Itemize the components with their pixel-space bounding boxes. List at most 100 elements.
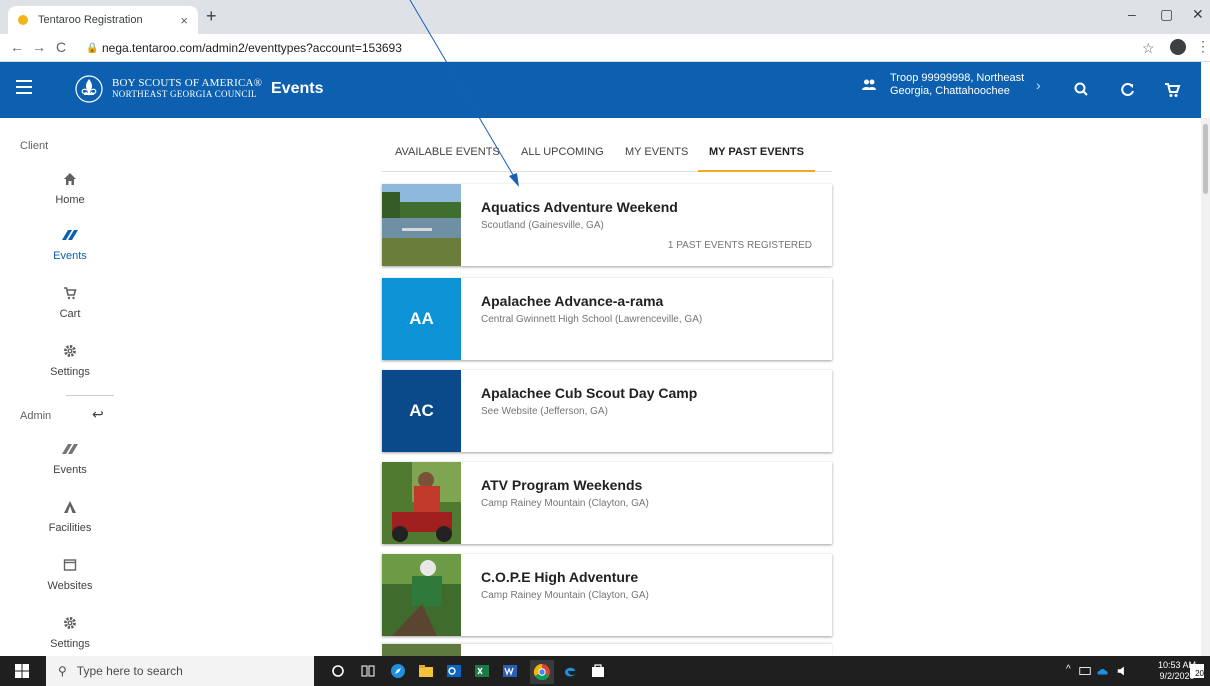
event-card[interactable]: C.O.P.E High Adventure Camp Rainey Mount… — [382, 554, 832, 636]
minimize-button[interactable]: – — [1128, 6, 1136, 22]
gear-icon — [64, 617, 76, 629]
event-location: Camp Rainey Mountain (Clayton, GA) — [481, 498, 649, 509]
council-brand: BOY SCOUTS OF AMERICA® NORTHEAST GEORGIA… — [112, 78, 262, 100]
screen: Tentaroo Registration × + – ▢ ✕ ← → C 🔒 … — [0, 0, 1210, 686]
nav-admin-events[interactable]: Events — [30, 438, 110, 476]
tab-my-past-events[interactable]: MY PAST EVENTS — [698, 138, 815, 172]
event-initials-tile: AA — [382, 278, 461, 360]
event-location: Scoutland (Gainesville, GA) — [481, 220, 604, 231]
nav-client-cart[interactable]: Cart — [30, 282, 110, 320]
troop-name: Troop 99999998, Northeast Georgia, Chatt… — [890, 72, 1025, 97]
event-card-body: Apalachee Cub Scout Day Camp See Website… — [461, 370, 832, 452]
favicon-icon — [18, 15, 28, 25]
network-icon[interactable] — [1078, 663, 1092, 679]
url-text: nega.tentaroo.com/admin2/eventtypes?acco… — [102, 41, 402, 55]
url-field[interactable]: 🔒 nega.tentaroo.com/admin2/eventtypes?ac… — [86, 37, 1116, 59]
cortana-icon[interactable] — [330, 663, 346, 679]
task-view-icon[interactable] — [360, 663, 376, 679]
nav-admin-settings[interactable]: Settings — [30, 612, 110, 650]
cart-icon[interactable] — [1162, 80, 1182, 100]
event-card[interactable]: AC Apalachee Cub Scout Day Camp See Webs… — [382, 370, 832, 452]
page-scrollbar-track[interactable] — [1201, 118, 1210, 656]
tab-all-upcoming[interactable]: ALL UPCOMING — [521, 138, 604, 172]
tab-my-events[interactable]: MY EVENTS — [625, 138, 688, 172]
maximize-button[interactable]: ▢ — [1160, 6, 1173, 23]
lake-photo-thumbnail — [382, 184, 461, 266]
browser-tabstrip: Tentaroo Registration × + – ▢ ✕ — [0, 0, 1210, 34]
bookmark-star-icon[interactable]: ☆ — [1142, 40, 1155, 57]
client-section-label: Client — [20, 140, 49, 152]
excel-icon[interactable] — [474, 663, 490, 679]
tab-title: Tentaroo Registration — [38, 14, 143, 26]
search-icon[interactable] — [1072, 80, 1092, 100]
window-close-button[interactable]: ✕ — [1192, 6, 1204, 23]
nav-label: Facilities — [48, 522, 92, 534]
nav-label: Cart — [59, 308, 81, 320]
event-location: Central Gwinnett High School (Lawrencevi… — [481, 314, 703, 325]
reload-icon[interactable]: C — [56, 39, 66, 55]
chrome-icon[interactable] — [530, 660, 554, 684]
volume-icon[interactable] — [1116, 663, 1130, 679]
new-tab-button[interactable]: + — [206, 6, 217, 27]
nav-label: Events — [53, 250, 87, 262]
edge-icon[interactable] — [562, 663, 578, 679]
nav-client-settings[interactable]: Settings — [30, 340, 110, 378]
onedrive-icon[interactable] — [1096, 663, 1110, 679]
lock-icon: 🔒 — [86, 43, 99, 54]
event-card[interactable]: AA Apalachee Advance-a-rama Central Gwin… — [382, 278, 832, 360]
nav-client-events[interactable]: Events — [30, 224, 110, 262]
event-card-body: Apalachee Advance-a-rama Central Gwinnet… — [461, 278, 832, 360]
profile-avatar-icon[interactable] — [1170, 39, 1186, 55]
notification-center-icon[interactable]: 20 — [1190, 664, 1204, 678]
atv-photo-thumbnail — [382, 462, 461, 544]
event-card-partial[interactable] — [382, 644, 832, 656]
system-tray-chevron-icon[interactable]: ^ — [1066, 664, 1071, 675]
event-location: See Website (Jefferson, GA) — [481, 406, 608, 417]
search-icon: ⚲ — [58, 664, 67, 678]
windows-start-icon[interactable] — [14, 663, 30, 679]
event-name[interactable]: C.O.P.E High Adventure — [481, 569, 832, 585]
nav-divider — [66, 395, 114, 396]
event-name[interactable]: Apalachee Cub Scout Day Camp — [481, 385, 832, 401]
address-bar: ← → C 🔒 nega.tentaroo.com/admin2/eventty… — [0, 34, 1210, 62]
file-explorer-icon[interactable] — [418, 663, 434, 679]
event-card[interactable]: Aquatics Adventure Weekend Scoutland (Ga… — [382, 184, 832, 266]
tab-available-events[interactable]: AVAILABLE EVENTS — [395, 138, 500, 172]
nav-client-home[interactable]: Home — [30, 168, 110, 206]
nav-admin-websites[interactable]: Websites — [30, 554, 110, 592]
tickets-icon — [62, 230, 78, 240]
event-name[interactable]: ATV Program Weekends — [481, 477, 832, 493]
chevron-right-icon: › — [1036, 77, 1041, 93]
event-card-body: ATV Program Weekends Camp Rainey Mountai… — [461, 462, 832, 544]
refresh-icon[interactable] — [1118, 80, 1138, 100]
event-name[interactable]: Apalachee Advance-a-rama — [481, 293, 832, 309]
store-icon[interactable] — [590, 663, 606, 679]
taskbar-search-placeholder: Type here to search — [76, 664, 183, 678]
word-icon[interactable] — [502, 663, 518, 679]
event-location: Camp Rainey Mountain (Clayton, GA) — [481, 590, 649, 601]
tab-close-icon[interactable]: × — [180, 13, 188, 28]
browser-tab[interactable]: Tentaroo Registration × — [8, 6, 198, 34]
event-card[interactable]: ATV Program Weekends Camp Rainey Mountai… — [382, 462, 832, 544]
back-arrow-icon[interactable]: ↩ — [92, 406, 104, 423]
nav-admin-facilities[interactable]: Facilities — [30, 496, 110, 534]
window-icon — [63, 559, 77, 571]
home-icon — [64, 173, 76, 185]
outlook-icon[interactable] — [446, 663, 462, 679]
forward-icon[interactable]: → — [32, 39, 46, 55]
windows-taskbar: ⚲ Type here to search ^ 10:53 AM 9/2/202… — [0, 656, 1210, 686]
page-scrollbar-thumb[interactable] — [1203, 124, 1208, 194]
event-name[interactable]: Aquatics Adventure Weekend — [481, 199, 832, 215]
taskbar-search-box[interactable]: ⚲ Type here to search — [46, 656, 314, 686]
left-navigation: Client Home Events Cart Settings Admin ↩… — [0, 118, 128, 656]
hamburger-menu-icon[interactable] — [16, 80, 32, 94]
browser-menu-icon[interactable]: ⋮ — [1196, 38, 1210, 55]
group-icon — [862, 79, 876, 90]
past-events-registered: 1 PAST EVENTS REGISTERED — [667, 240, 812, 251]
safari-icon[interactable] — [390, 663, 406, 679]
app-bar: BOY SCOUTS OF AMERICA® NORTHEAST GEORGIA… — [0, 62, 1201, 118]
bsa-fleur-de-lis-logo — [75, 75, 103, 103]
troop-selector[interactable]: Troop 99999998, Northeast Georgia, Chatt… — [862, 72, 1041, 98]
back-icon[interactable]: ← — [10, 39, 24, 55]
climbing-photo-thumbnail — [382, 554, 461, 636]
